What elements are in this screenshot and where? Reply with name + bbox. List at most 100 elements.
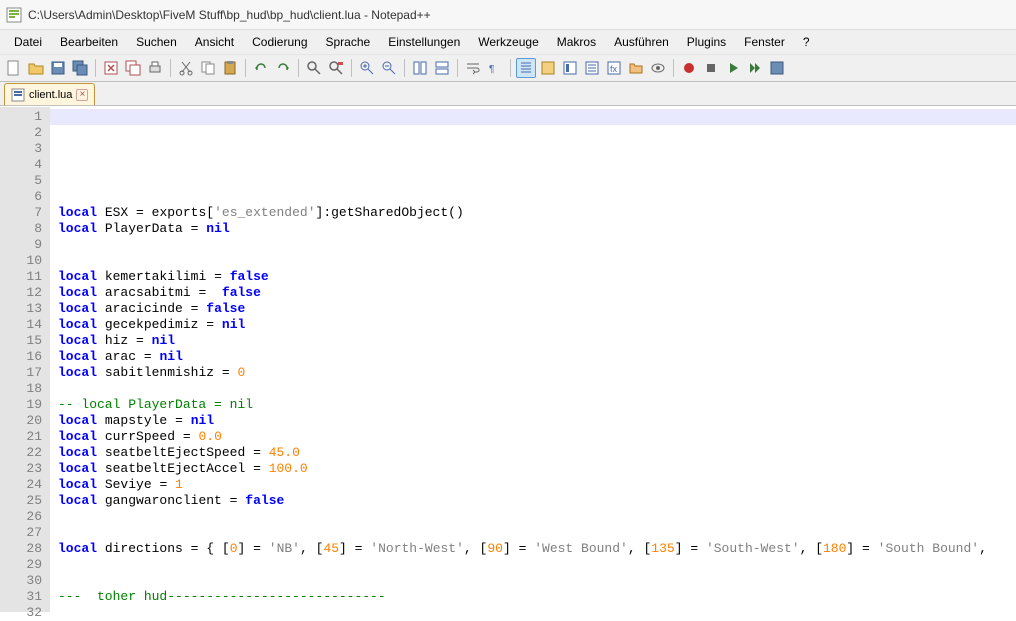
menu-item-codierung[interactable]: Codierung <box>244 33 315 51</box>
save-all-button[interactable] <box>70 58 90 78</box>
lua-file-icon <box>11 88 25 102</box>
new-file-button[interactable] <box>4 58 24 78</box>
svg-text:¶: ¶ <box>489 64 494 75</box>
toolbar-separator <box>510 59 511 77</box>
file-tab[interactable]: client.lua × <box>4 83 95 105</box>
code-line[interactable]: local ESX = exports['es_extended']:getSh… <box>58 205 1016 221</box>
code-area[interactable]: local ESX = exports['es_extended']:getSh… <box>50 107 1016 612</box>
menu-item-sprache[interactable]: Sprache <box>318 33 379 51</box>
menu-item-plugins[interactable]: Plugins <box>679 33 734 51</box>
sync-h-button[interactable] <box>432 58 452 78</box>
code-line[interactable]: local currSpeed = 0.0 <box>58 429 1016 445</box>
menu-item-ansicht[interactable]: Ansicht <box>187 33 242 51</box>
menu-item-bearbeiten[interactable]: Bearbeiten <box>52 33 126 51</box>
code-line[interactable]: -- local PlayerData = nil <box>58 397 1016 413</box>
code-line[interactable]: local mapstyle = nil <box>58 413 1016 429</box>
toolbar-separator <box>673 59 674 77</box>
save-macro-button[interactable] <box>767 58 787 78</box>
stop-macro-button[interactable] <box>701 58 721 78</box>
menu-item-?[interactable]: ? <box>795 33 818 51</box>
toolbar-separator <box>245 59 246 77</box>
line-number: 12 <box>0 285 42 301</box>
tab-label: client.lua <box>29 89 72 101</box>
show-all-chars-button[interactable]: ¶ <box>485 58 505 78</box>
line-number: 31 <box>0 589 42 605</box>
code-line[interactable]: local directions = { [0] = 'NB', [45] = … <box>58 541 1016 557</box>
code-line[interactable] <box>58 253 1016 269</box>
toolbar-separator <box>298 59 299 77</box>
code-line[interactable] <box>58 189 1016 205</box>
zoom-out-button[interactable] <box>379 58 399 78</box>
code-line[interactable] <box>58 509 1016 525</box>
code-line[interactable]: local PlayerData = nil <box>58 221 1016 237</box>
udl-button[interactable] <box>538 58 558 78</box>
code-line[interactable]: local aracsabitmi = false <box>58 285 1016 301</box>
line-number: 25 <box>0 493 42 509</box>
redo-button[interactable] <box>273 58 293 78</box>
code-line[interactable]: local gecekpedimiz = nil <box>58 317 1016 333</box>
folder-button[interactable] <box>626 58 646 78</box>
toolbar-separator <box>170 59 171 77</box>
replace-button[interactable] <box>326 58 346 78</box>
code-line[interactable] <box>58 381 1016 397</box>
monitor-button[interactable] <box>648 58 668 78</box>
sync-v-button[interactable] <box>410 58 430 78</box>
play-macro-button[interactable] <box>723 58 743 78</box>
menu-item-ausführen[interactable]: Ausführen <box>606 33 677 51</box>
editor-area: 1234567891011121314151617181920212223242… <box>0 106 1016 612</box>
svg-text:fx: fx <box>610 64 618 74</box>
play-multi-button[interactable] <box>745 58 765 78</box>
code-line[interactable] <box>58 525 1016 541</box>
line-number: 18 <box>0 381 42 397</box>
code-line[interactable]: local arac = nil <box>58 349 1016 365</box>
menu-item-werkzeuge[interactable]: Werkzeuge <box>470 33 546 51</box>
indent-guide-button[interactable] <box>516 58 536 78</box>
code-line[interactable]: --- toher hud---------------------------… <box>58 589 1016 605</box>
code-line[interactable]: local hiz = nil <box>58 333 1016 349</box>
save-button[interactable] <box>48 58 68 78</box>
menu-item-fenster[interactable]: Fenster <box>736 33 793 51</box>
code-line[interactable]: local seatbeltEjectAccel = 100.0 <box>58 461 1016 477</box>
doc-map-button[interactable] <box>560 58 580 78</box>
line-number: 4 <box>0 157 42 173</box>
code-line[interactable]: local aracicinde = false <box>58 301 1016 317</box>
doc-list-button[interactable] <box>582 58 602 78</box>
copy-button[interactable] <box>198 58 218 78</box>
code-line[interactable] <box>58 605 1016 612</box>
toolbar-separator <box>457 59 458 77</box>
cut-button[interactable] <box>176 58 196 78</box>
code-line[interactable] <box>58 173 1016 189</box>
code-line[interactable]: local gangwaronclient = false <box>58 493 1016 509</box>
zoom-in-button[interactable] <box>357 58 377 78</box>
code-line[interactable]: local kemertakilimi = false <box>58 269 1016 285</box>
titlebar: C:\Users\Admin\Desktop\FiveM Stuff\bp_hu… <box>0 0 1016 30</box>
line-number: 10 <box>0 253 42 269</box>
line-number: 26 <box>0 509 42 525</box>
code-line[interactable] <box>58 237 1016 253</box>
toolbar-separator <box>404 59 405 77</box>
code-line[interactable] <box>58 157 1016 173</box>
menu-item-datei[interactable]: Datei <box>6 33 50 51</box>
menu-item-einstellungen[interactable]: Einstellungen <box>380 33 468 51</box>
print-button[interactable] <box>145 58 165 78</box>
menubar: DateiBearbeitenSuchenAnsichtCodierungSpr… <box>0 30 1016 54</box>
menu-item-makros[interactable]: Makros <box>549 33 604 51</box>
find-button[interactable] <box>304 58 324 78</box>
tab-close-button[interactable]: × <box>76 89 88 101</box>
code-line[interactable]: local sabitlenmishiz = 0 <box>58 365 1016 381</box>
record-macro-button[interactable] <box>679 58 699 78</box>
paste-button[interactable] <box>220 58 240 78</box>
close-all-button[interactable] <box>123 58 143 78</box>
wordwrap-button[interactable] <box>463 58 483 78</box>
code-line[interactable] <box>58 557 1016 573</box>
line-number: 8 <box>0 221 42 237</box>
open-file-button[interactable] <box>26 58 46 78</box>
code-line[interactable] <box>58 573 1016 589</box>
menu-item-suchen[interactable]: Suchen <box>128 33 185 51</box>
undo-button[interactable] <box>251 58 271 78</box>
app-icon <box>6 7 22 23</box>
close-button[interactable] <box>101 58 121 78</box>
func-list-button[interactable]: fx <box>604 58 624 78</box>
code-line[interactable]: local seatbeltEjectSpeed = 45.0 <box>58 445 1016 461</box>
code-line[interactable]: local Seviye = 1 <box>58 477 1016 493</box>
